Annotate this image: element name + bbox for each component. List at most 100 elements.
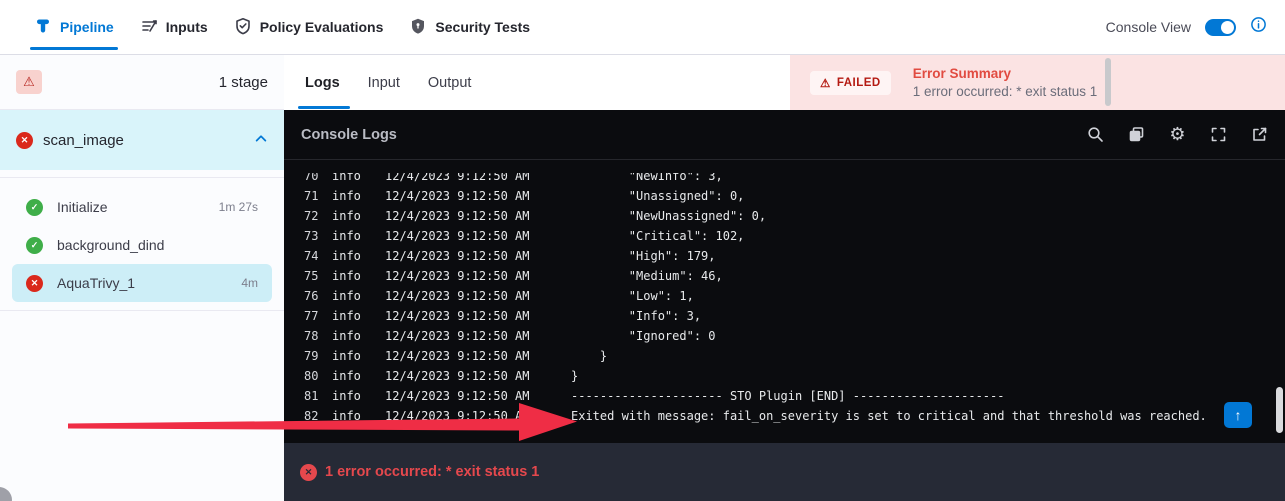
toggle-knob [1221, 21, 1234, 34]
active-tab-underline [30, 47, 118, 50]
warning-triangle-icon: ⚠ [820, 76, 831, 90]
log-message: "Unassigned": 0, [571, 186, 1275, 206]
log-line-number: 71 [304, 186, 332, 206]
info-icon[interactable] [1250, 16, 1267, 38]
copy-icon[interactable] [1128, 126, 1145, 143]
log-timestamp: 12/4/2023 9:12:50 AM [385, 226, 571, 246]
stage-warning-icon: ⚠ [16, 70, 42, 94]
error-panel-scrollbar[interactable] [1105, 58, 1111, 106]
log-row: 80 info 12/4/2023 9:12:50 AM } [284, 366, 1275, 386]
log-timestamp: 12/4/2023 9:12:50 AM [385, 173, 571, 186]
log-message: "Ignored": 0 [571, 326, 1275, 346]
log-line-number: 81 [304, 386, 332, 406]
log-level: info [332, 266, 385, 286]
log-timestamp: 12/4/2023 9:12:50 AM [385, 366, 571, 386]
nav-tab-pipeline[interactable]: Pipeline [34, 0, 114, 54]
log-level: info [332, 206, 385, 226]
log-timestamp: 12/4/2023 9:12:50 AM [385, 386, 571, 406]
inputs-icon [140, 17, 158, 38]
log-message: --------------------- STO Plugin [END] -… [571, 386, 1275, 406]
log-level: info [332, 226, 385, 246]
tab-logs[interactable]: Logs [305, 75, 340, 91]
log-list: 70 info 12/4/2023 9:12:50 AM "NewInfo": … [284, 173, 1275, 426]
settings-gear-icon[interactable]: ⚙ [1169, 126, 1186, 143]
console-view-label: Console View [1106, 19, 1191, 35]
error-circle-icon: ✕ [300, 464, 317, 481]
log-message: } [571, 346, 1275, 366]
console-toolbar: ⚙ [1087, 126, 1268, 143]
nav-tab-policy-evaluations[interactable]: Policy Evaluations [234, 0, 384, 54]
log-row: 71 info 12/4/2023 9:12:50 AM "Unassigned… [284, 186, 1275, 206]
step-duration: 1m 27s [219, 200, 258, 214]
open-in-new-icon[interactable] [1251, 126, 1268, 143]
log-message: "Medium": 46, [571, 266, 1275, 286]
log-timestamp: 12/4/2023 9:12:50 AM [385, 306, 571, 326]
tab-input[interactable]: Input [368, 75, 400, 91]
error-summary-message: 1 error occurred: * exit status 1 [913, 84, 1098, 99]
failed-badge: ⚠ FAILED [810, 71, 891, 95]
log-row: 79 info 12/4/2023 9:12:50 AM } [284, 346, 1275, 366]
error-summary-texts: Error Summary 1 error occurred: * exit s… [913, 66, 1098, 99]
console-scrollbar-thumb[interactable] [1276, 387, 1283, 433]
log-row: 76 info 12/4/2023 9:12:50 AM "Low": 1, [284, 286, 1275, 306]
step-name: AquaTrivy_1 [57, 275, 135, 291]
log-line-number: 80 [304, 366, 332, 386]
log-timestamp: 12/4/2023 9:12:50 AM [385, 326, 571, 346]
stage-row-scan-image[interactable]: ✕ scan_image [0, 110, 284, 170]
spacer [0, 170, 284, 177]
log-row: 74 info 12/4/2023 9:12:50 AM "High": 179… [284, 246, 1275, 266]
step-row-initialize[interactable]: ✓ Initialize 1m 27s [12, 188, 272, 226]
step-details-header: Logs Input Output ⚠ FAILED Error Summary… [284, 55, 1285, 110]
log-row: 75 info 12/4/2023 9:12:50 AM "Medium": 4… [284, 266, 1275, 286]
steps-list: ✓ Initialize 1m 27s ✓ background_dind ✕ … [0, 178, 284, 302]
log-timestamp: 12/4/2023 9:12:50 AM [385, 286, 571, 306]
top-navigation: Pipeline Inputs Policy Evaluations Sec [0, 0, 1285, 55]
log-row: 73 info 12/4/2023 9:12:50 AM "Critical":… [284, 226, 1275, 246]
log-scroll-area[interactable]: 70 info 12/4/2023 9:12:50 AM "NewInfo": … [284, 173, 1275, 437]
log-message: "Info": 3, [571, 306, 1275, 326]
main-panel: Logs Input Output ⚠ FAILED Error Summary… [284, 55, 1285, 501]
nav-right-controls: Console View [1106, 16, 1285, 38]
failed-status-icon: ✕ [16, 132, 33, 149]
nav-tab-label: Policy Evaluations [260, 19, 384, 35]
scroll-to-top-button[interactable]: ↑ [1224, 402, 1252, 428]
pipeline-icon [34, 17, 52, 38]
log-row: 72 info 12/4/2023 9:12:50 AM "NewUnassig… [284, 206, 1275, 226]
failed-status-icon: ✕ [26, 275, 43, 292]
step-row-background-dind[interactable]: ✓ background_dind [12, 226, 272, 264]
execution-sidebar: ⚠ 1 stage ✕ scan_image ✓ Initialize 1m 2… [0, 55, 284, 501]
failed-badge-label: FAILED [837, 77, 881, 89]
log-row: 70 info 12/4/2023 9:12:50 AM "NewInfo": … [284, 173, 1275, 186]
console-logs-title: Console Logs [301, 127, 397, 143]
nav-tab-security-tests[interactable]: Security Tests [409, 0, 530, 54]
log-level: info [332, 306, 385, 326]
tab-output[interactable]: Output [428, 75, 472, 91]
console-logs-panel: Console Logs ⚙ [284, 110, 1285, 443]
corner-widget [0, 487, 12, 501]
log-level: info [332, 406, 385, 426]
step-name: Initialize [57, 199, 108, 215]
nav-tab-inputs[interactable]: Inputs [140, 0, 208, 54]
top-nav-tabs: Pipeline Inputs Policy Evaluations Sec [34, 0, 530, 54]
log-level: info [332, 366, 385, 386]
step-duration: 4m [241, 276, 258, 290]
stage-summary-row: ⚠ 1 stage [0, 55, 284, 110]
log-timestamp: 12/4/2023 9:12:50 AM [385, 406, 571, 426]
log-line-number: 75 [304, 266, 332, 286]
error-summary-banner: ⚠ FAILED Error Summary 1 error occurred:… [790, 55, 1285, 110]
log-timestamp: 12/4/2023 9:12:50 AM [385, 346, 571, 366]
console-view-toggle[interactable] [1205, 19, 1236, 36]
stage-name: scan_image [43, 132, 244, 149]
footer-error-text: 1 error occurred: * exit status 1 [325, 464, 539, 480]
fullscreen-icon[interactable] [1210, 126, 1227, 143]
step-row-aquatrivy[interactable]: ✕ AquaTrivy_1 4m [12, 264, 272, 302]
log-line-number: 82 [304, 406, 332, 426]
log-level: info [332, 246, 385, 266]
nav-tab-label: Security Tests [435, 19, 530, 35]
success-status-icon: ✓ [26, 237, 43, 254]
log-level: info [332, 286, 385, 306]
log-timestamp: 12/4/2023 9:12:50 AM [385, 206, 571, 226]
chevron-up-icon[interactable] [254, 131, 268, 149]
search-icon[interactable] [1087, 126, 1104, 143]
divider [0, 310, 284, 311]
